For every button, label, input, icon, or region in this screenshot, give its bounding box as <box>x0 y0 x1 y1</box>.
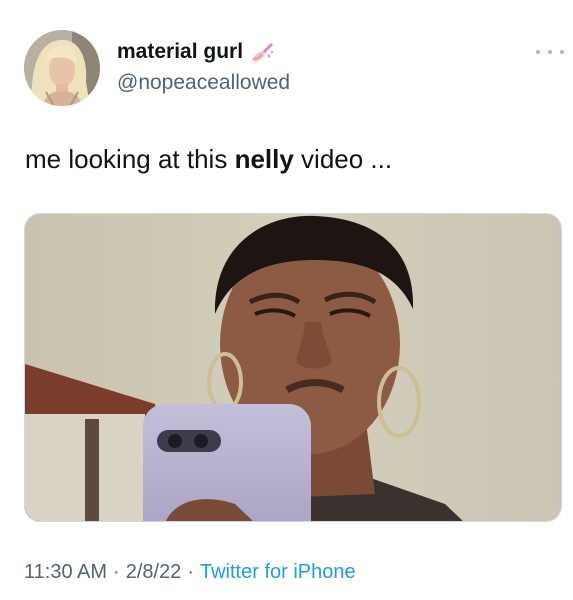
avatar[interactable] <box>24 30 100 106</box>
tweet-text-start: me looking at this <box>25 144 235 174</box>
display-name[interactable]: material gurl <box>117 40 243 64</box>
tweet-text: me looking at this nelly video ... <box>25 142 392 176</box>
more-options-icon[interactable] <box>536 44 564 60</box>
meta-separator: · <box>113 561 120 583</box>
tweet-time[interactable]: 11:30 AM <box>24 561 107 583</box>
meta-separator: · <box>187 561 194 583</box>
more-dot <box>548 50 552 54</box>
tweet: material gurl @nopeaceallowed me looking… <box>0 0 573 600</box>
more-dot <box>560 50 564 54</box>
tweet-text-bold: nelly <box>234 144 294 174</box>
tweet-date[interactable]: 2/8/22 <box>126 561 182 583</box>
nail-polish-emoji-icon <box>249 40 275 64</box>
photo-image <box>25 214 561 521</box>
avatar-image <box>24 30 100 106</box>
tweet-source-link[interactable]: Twitter for iPhone <box>200 561 356 583</box>
more-dot <box>536 50 540 54</box>
display-name-row[interactable]: material gurl <box>117 40 275 64</box>
tweet-media-photo[interactable] <box>24 213 562 522</box>
tweet-text-end: video ... <box>293 144 393 174</box>
user-handle[interactable]: @nopeaceallowed <box>117 71 290 95</box>
tweet-meta: 11:30 AM · 2/8/22 · Twitter for iPhone <box>24 559 356 585</box>
